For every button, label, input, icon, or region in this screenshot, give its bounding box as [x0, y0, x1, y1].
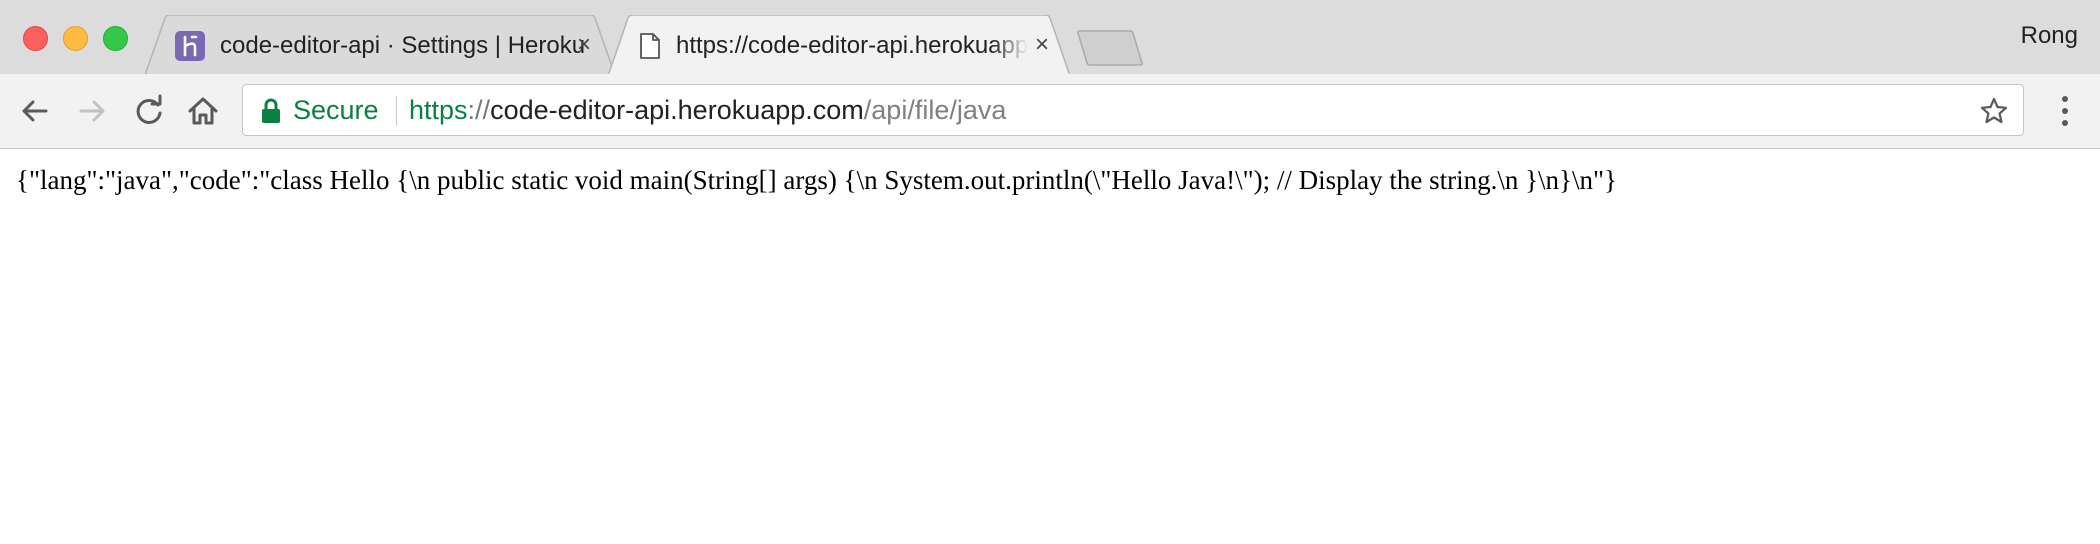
browser-toolbar: Secure https://code-editor-api.herokuapp…: [0, 74, 2100, 149]
url-scheme: https: [409, 95, 468, 125]
url-text[interactable]: https://code-editor-api.herokuapp.com/ap…: [409, 85, 1006, 137]
address-bar[interactable]: Secure https://code-editor-api.herokuapp…: [242, 84, 2024, 136]
forward-icon[interactable]: [72, 91, 112, 131]
lock-icon[interactable]: [260, 98, 282, 124]
tab-api-file-java[interactable]: https://code-editor-api.herokuapp.com/ap…: [608, 15, 1070, 76]
url-host: code-editor-api.herokuapp.com: [490, 95, 864, 125]
url-separator: ://: [467, 95, 491, 125]
url-path: /api/file/java: [863, 95, 1007, 125]
minimize-window-button[interactable]: [63, 26, 88, 51]
secure-label[interactable]: Secure: [293, 85, 379, 137]
profile-name[interactable]: Rong: [2021, 22, 2078, 50]
tab-heroku-settings[interactable]: code-editor-api · Settings | Heroku ×: [145, 15, 710, 75]
reload-icon[interactable]: [129, 91, 169, 131]
zoom-window-button[interactable]: [103, 26, 128, 51]
page-icon: [640, 33, 660, 59]
more-menu-icon[interactable]: [2050, 90, 2080, 132]
heroku-icon: [175, 31, 205, 61]
new-tab-button[interactable]: [1076, 30, 1146, 66]
close-window-button[interactable]: [23, 26, 48, 51]
home-icon[interactable]: [183, 91, 223, 131]
tab-close-button[interactable]: ×: [571, 32, 597, 58]
tab-title: https://code-editor-api.herokuapp.com/ap…: [676, 30, 1028, 62]
bookmark-star-icon[interactable]: [1979, 96, 2009, 126]
page-body-text: {"lang":"java","code":"class Hello {\n p…: [16, 165, 1617, 195]
back-icon[interactable]: [15, 91, 55, 131]
omnibox-divider: [396, 96, 397, 126]
tab-close-button[interactable]: ×: [1029, 32, 1055, 58]
title-bar: code-editor-api · Settings | Heroku × ht…: [0, 0, 2100, 76]
